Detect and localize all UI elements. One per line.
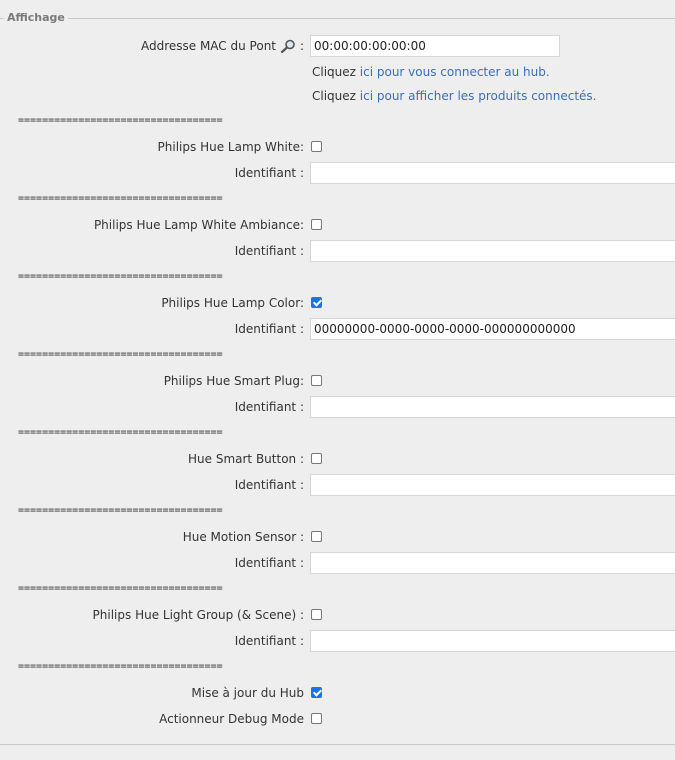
identifier-row: Identifiant :: [0, 552, 675, 574]
identifier-label: Identifiant :: [234, 556, 304, 570]
device-row: Philips Hue Lamp White:: [0, 136, 675, 158]
identifier-input[interactable]: [310, 552, 675, 574]
connect-hub-link[interactable]: ici pour vous connecter au hub.: [360, 65, 550, 79]
separator: ==================================: [18, 115, 223, 126]
separator: ==================================: [18, 427, 223, 438]
identifier-row: Identifiant :: [0, 162, 675, 184]
fieldset-border: [0, 18, 675, 19]
device-checkbox[interactable]: [311, 453, 322, 464]
connect-hub-prefix: Cliquez: [312, 65, 356, 79]
search-icon[interactable]: [280, 39, 296, 53]
mac-address-input[interactable]: 00:00:00:00:00:00: [310, 35, 560, 57]
show-products-text: Cliquez ici pour afficher les produits c…: [312, 85, 597, 107]
separator: ==================================: [18, 271, 223, 282]
device-label: Philips Hue Lamp Color:: [161, 296, 304, 310]
identifier-label: Identifiant :: [234, 166, 304, 180]
device-checkbox[interactable]: [311, 609, 322, 620]
separator: ==================================: [18, 583, 223, 594]
identifier-row: Identifiant :: [0, 240, 675, 262]
identifier-input[interactable]: [310, 630, 675, 652]
show-products-prefix: Cliquez: [312, 89, 356, 103]
identifier-row: Identifiant :: [0, 396, 675, 418]
device-label: Philips Hue Smart Plug:: [163, 374, 304, 388]
device-label: Hue Motion Sensor :: [182, 530, 304, 544]
fieldset-bottom-border: [0, 744, 675, 745]
device-row: Philips Hue Lamp White Ambiance:: [0, 214, 675, 236]
identifier-row: Identifiant : 00000000-0000-0000-0000-00…: [0, 318, 675, 340]
debug-mode-checkbox[interactable]: [311, 713, 322, 724]
identifier-label: Identifiant :: [234, 244, 304, 258]
identifier-label: Identifiant :: [234, 478, 304, 492]
device-row: Hue Motion Sensor :: [0, 526, 675, 548]
connect-hub-row: Cliquez ici pour vous connecter au hub.: [0, 61, 675, 83]
device-checkbox[interactable]: [311, 141, 322, 152]
debug-mode-label: Actionneur Debug Mode: [159, 712, 304, 726]
separator: ==================================: [18, 349, 223, 360]
identifier-label: Identifiant :: [234, 400, 304, 414]
identifier-input[interactable]: [310, 474, 675, 496]
device-row: Hue Smart Button :: [0, 448, 675, 470]
separator: ==================================: [18, 505, 223, 516]
identifier-label: Identifiant :: [234, 322, 304, 336]
connect-hub-text: Cliquez ici pour vous connecter au hub.: [312, 61, 550, 83]
mac-address-row: Addresse MAC du Pont : 00:00:00:00:00:00: [0, 35, 675, 57]
separator: ==================================: [18, 193, 223, 204]
device-row: Philips Hue Lamp Color:: [0, 292, 675, 314]
identifier-input[interactable]: 00000000-0000-0000-0000-000000000000: [310, 318, 675, 340]
mac-address-colon: :: [299, 39, 304, 53]
fieldset-legend: Affichage: [4, 11, 68, 24]
device-label: Philips Hue Lamp White Ambiance:: [93, 218, 304, 232]
show-products-link[interactable]: ici pour afficher les produits connectés…: [360, 89, 597, 103]
device-label: Philips Hue Light Group (& Scene) :: [92, 608, 304, 622]
device-label: Hue Smart Button :: [188, 452, 304, 466]
device-row: Philips Hue Smart Plug:: [0, 370, 675, 392]
identifier-input[interactable]: [310, 396, 675, 418]
device-checkbox[interactable]: [311, 531, 322, 542]
device-label: Philips Hue Lamp White:: [157, 140, 304, 154]
identifier-row: Identifiant :: [0, 630, 675, 652]
identifier-label: Identifiant :: [234, 634, 304, 648]
hub-update-label: Mise à jour du Hub: [191, 686, 304, 700]
separator: ==================================: [18, 661, 223, 672]
show-products-row: Cliquez ici pour afficher les produits c…: [0, 85, 675, 107]
device-checkbox[interactable]: [311, 297, 322, 308]
hub-update-checkbox[interactable]: [311, 687, 322, 698]
device-checkbox[interactable]: [311, 375, 322, 386]
debug-mode-row: Actionneur Debug Mode: [0, 708, 675, 730]
hub-update-row: Mise à jour du Hub: [0, 682, 675, 704]
device-row: Philips Hue Light Group (& Scene) :: [0, 604, 675, 626]
identifier-input[interactable]: [310, 162, 675, 184]
identifier-input[interactable]: [310, 240, 675, 262]
mac-address-label: Addresse MAC du Pont: [140, 39, 276, 53]
device-checkbox[interactable]: [311, 219, 322, 230]
identifier-row: Identifiant :: [0, 474, 675, 496]
